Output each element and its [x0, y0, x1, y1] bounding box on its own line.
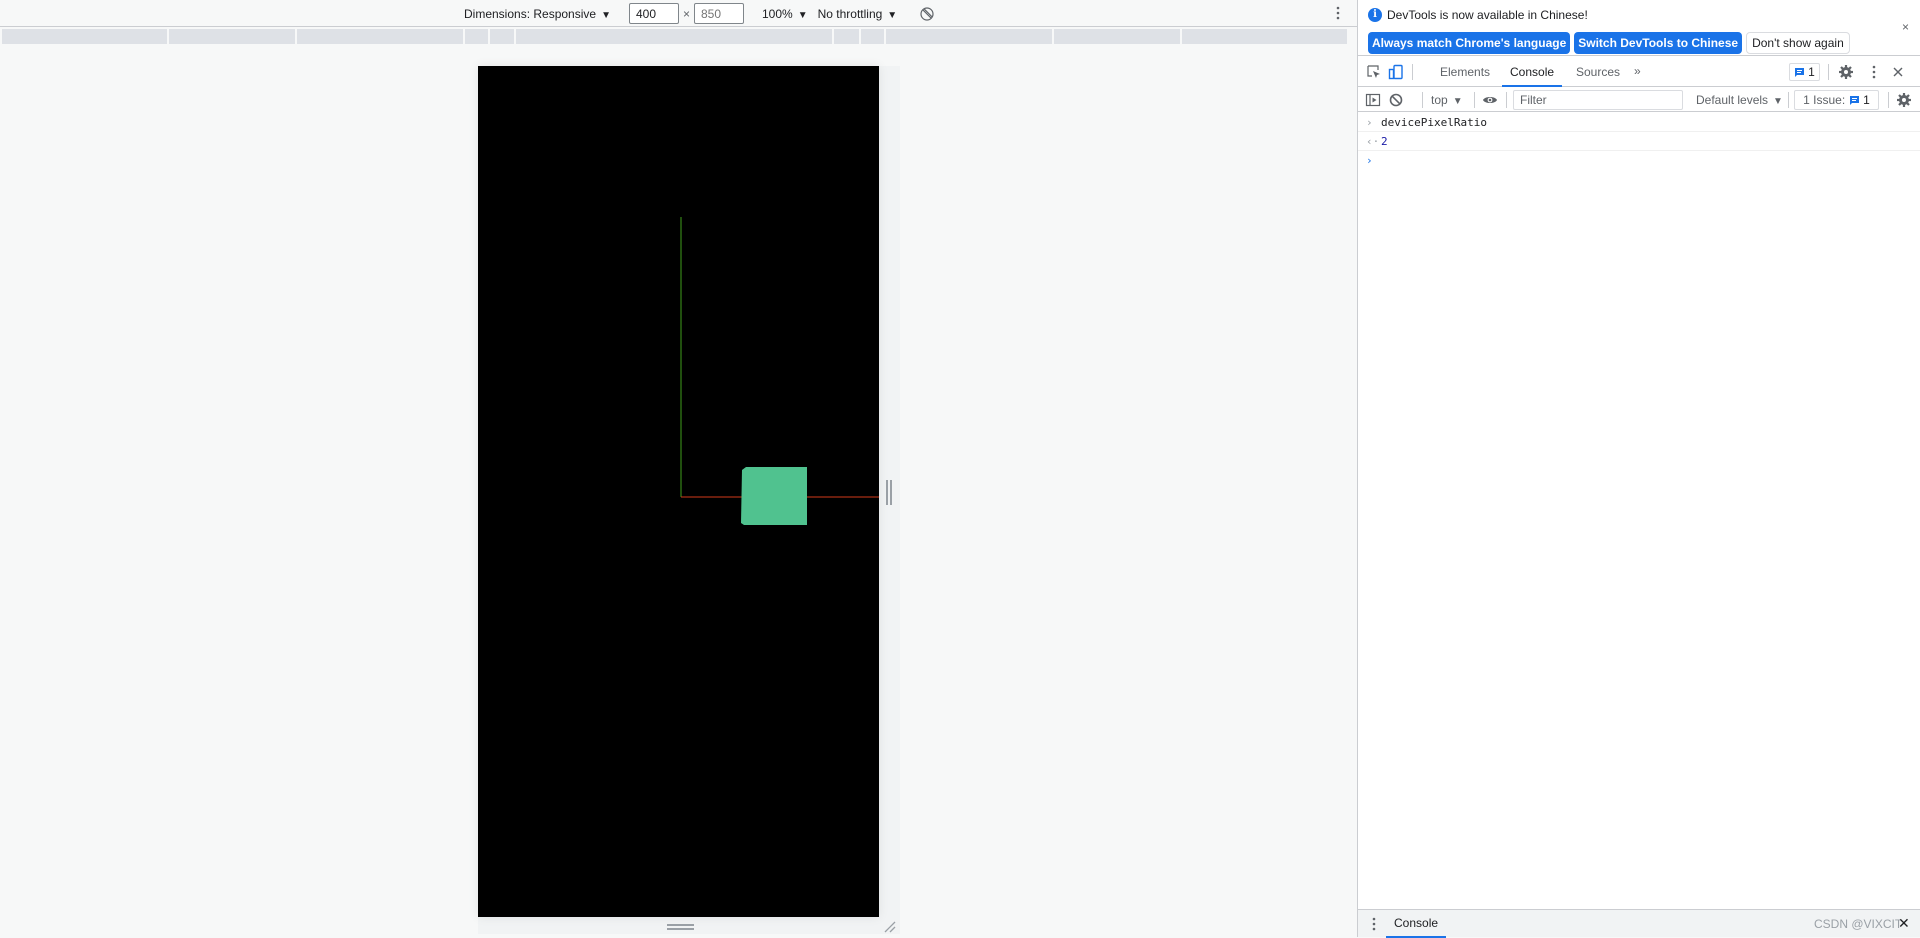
levels-label: Default levels	[1696, 93, 1769, 107]
messages-badge[interactable]: 1	[1789, 63, 1820, 81]
context-select[interactable]: top ▼	[1431, 88, 1463, 112]
console-input-text: devicePixelRatio	[1381, 116, 1487, 129]
context-label: top	[1431, 93, 1448, 107]
clear-console-icon[interactable]	[1388, 92, 1404, 108]
devtools-tabbar: Elements Console Sources » 1	[1358, 57, 1920, 87]
issues-button[interactable]: 1 Issue: 1	[1794, 90, 1879, 110]
zoom-select[interactable]: 100% ▼	[762, 7, 808, 21]
console-toolbar: top ▼ Default levels ▼ 1 Issue: 1	[1358, 88, 1920, 112]
dropdown-caret-icon: ▼	[887, 9, 898, 21]
close-devtools-icon[interactable]	[1890, 64, 1906, 80]
dropdown-caret-icon: ▼	[601, 9, 611, 21]
log-levels-select[interactable]: Default levels ▼	[1696, 88, 1783, 112]
separator	[1828, 64, 1829, 80]
handle-grip	[667, 924, 694, 926]
console-filter-input[interactable]	[1513, 90, 1683, 110]
console-prompt[interactable]: ›	[1358, 151, 1920, 170]
result-chevron-icon: ‹·	[1366, 135, 1380, 148]
match-language-button[interactable]: Always match Chrome's language	[1368, 32, 1571, 54]
messages-count: 1	[1808, 65, 1815, 79]
console-output[interactable]: › devicePixelRatio ‹· 2 ›	[1358, 113, 1920, 908]
device-toolbar-toggle-icon[interactable]	[1388, 64, 1404, 80]
separator	[1506, 92, 1507, 108]
zoom-label: 100%	[761, 6, 793, 21]
throttling-label: No throttling	[817, 6, 883, 21]
drawer-menu-icon[interactable]	[1371, 916, 1377, 932]
tab-sources[interactable]: Sources	[1568, 57, 1628, 87]
cube-mesh	[741, 467, 807, 525]
dropdown-caret-icon: ▼	[1452, 96, 1463, 107]
separator	[1788, 92, 1789, 108]
separator	[1888, 92, 1889, 108]
switch-to-chinese-button[interactable]: Switch DevTools to Chinese	[1574, 32, 1743, 54]
throttling-select[interactable]: No throttling ▼	[818, 7, 898, 21]
handle-grip	[886, 480, 888, 505]
webgl-scene[interactable]	[478, 66, 879, 917]
dropdown-caret-icon: ▼	[1773, 96, 1783, 107]
infobar-buttons: Always match Chrome's language Switch De…	[1368, 32, 1850, 54]
media-query-segment[interactable]	[169, 29, 295, 44]
device-toolbar-controls: Dimensions: Responsive ▼ × 100% ▼ No throt…	[464, 3, 935, 24]
infobar-message: DevTools is now available in Chinese!	[1387, 8, 1588, 22]
infobar-close-icon[interactable]: ×	[1902, 20, 1909, 34]
live-expression-eye-icon[interactable]	[1482, 92, 1498, 108]
dont-show-again-button[interactable]: Don't show again	[1746, 32, 1850, 54]
media-query-segment[interactable]	[1182, 29, 1347, 44]
media-query-segment[interactable]	[1054, 29, 1180, 44]
corner-resize-handle[interactable]	[883, 920, 897, 934]
device-toolbar: Dimensions: Responsive ▼ × 100% ▼ No throt…	[0, 0, 1357, 27]
inspect-element-icon[interactable]	[1366, 64, 1382, 80]
media-query-segment[interactable]	[886, 29, 1052, 44]
prompt-chevron-icon: ›	[1366, 154, 1373, 167]
dropdown-caret-icon: ▼	[797, 9, 808, 21]
separator	[1474, 92, 1475, 108]
dimensions-select[interactable]: Dimensions: Responsive ▼	[464, 7, 611, 21]
close-drawer-icon[interactable]: ✕	[1898, 915, 1910, 932]
times-symbol: ×	[682, 6, 690, 21]
right-resize-handle[interactable]	[886, 480, 892, 505]
console-result-value: 2	[1381, 135, 1388, 148]
handle-grip	[667, 928, 694, 930]
dimensions-label: Dimensions: Responsive	[464, 6, 597, 21]
input-chevron-icon: ›	[1366, 116, 1373, 129]
message-icon	[1850, 95, 1860, 105]
separator	[1422, 92, 1423, 108]
media-query-bar	[2, 29, 1357, 44]
more-tabs-icon[interactable]: »	[1634, 57, 1641, 87]
media-query-segment[interactable]	[297, 29, 463, 44]
width-input[interactable]	[628, 3, 679, 24]
message-icon	[1795, 67, 1805, 77]
tab-elements[interactable]: Elements	[1432, 57, 1498, 87]
console-settings-gear-icon[interactable]	[1896, 92, 1912, 108]
tab-console[interactable]: Console	[1502, 57, 1563, 87]
language-infobar: i DevTools is now available in Chinese! …	[1358, 0, 1920, 56]
media-query-segment[interactable]	[465, 29, 488, 44]
media-query-segment[interactable]	[861, 29, 884, 44]
console-input-entry[interactable]: › devicePixelRatio	[1358, 113, 1920, 132]
console-result-entry[interactable]: ‹· 2	[1358, 132, 1920, 151]
separator	[1412, 64, 1413, 80]
bottom-resize-handle[interactable]	[667, 924, 694, 930]
settings-gear-icon[interactable]	[1838, 64, 1854, 80]
info-icon: i	[1368, 8, 1382, 22]
media-query-segment[interactable]	[2, 29, 167, 44]
devtools-panel: i DevTools is now available in Chinese! …	[1357, 0, 1920, 938]
issues-label: 1 Issue:	[1803, 93, 1846, 107]
more-options-icon[interactable]	[1334, 5, 1342, 21]
height-input[interactable]	[693, 3, 744, 24]
show-sidebar-icon[interactable]	[1365, 92, 1381, 108]
issues-count: 1	[1863, 93, 1870, 107]
media-query-segment[interactable]	[516, 29, 832, 44]
handle-grip	[890, 480, 892, 505]
media-query-segment[interactable]	[490, 29, 514, 44]
drawer-tabbar: Console CSDN @VIXCIT ✕	[1358, 909, 1920, 938]
watermark-text: CSDN @VIXCIT	[1814, 917, 1903, 931]
rotate-disabled-icon[interactable]	[919, 6, 935, 22]
drawer-tab-console[interactable]: Console	[1386, 910, 1447, 938]
device-mode-pane: Dimensions: Responsive ▼ × 100% ▼ No throt…	[0, 0, 1357, 937]
customize-menu-icon[interactable]	[1866, 64, 1882, 80]
media-query-segment[interactable]	[834, 29, 859, 44]
